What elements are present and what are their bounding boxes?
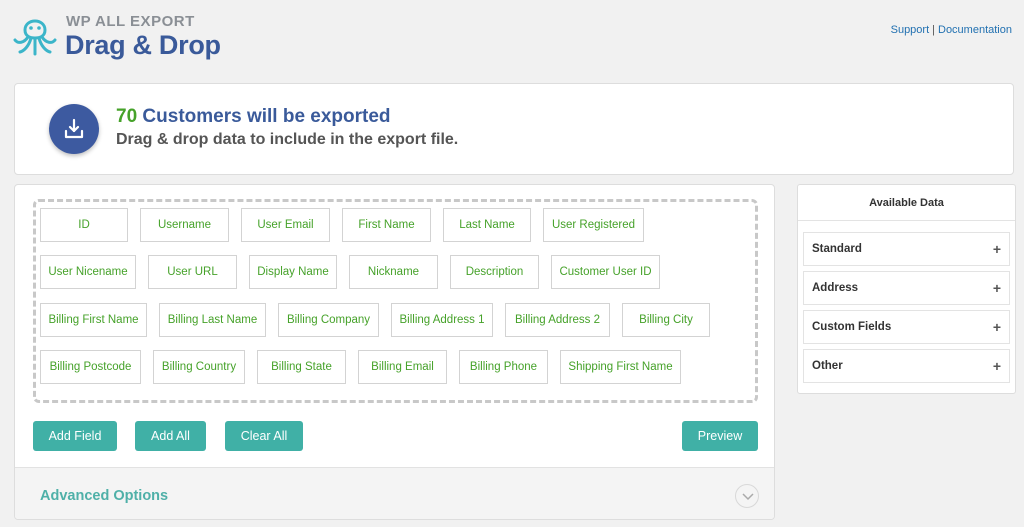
plus-icon[interactable]: + bbox=[993, 241, 1001, 257]
data-group-standard[interactable]: Standard + bbox=[803, 232, 1010, 266]
export-count: 70 bbox=[116, 106, 138, 127]
export-field-billing-city[interactable]: Billing City bbox=[622, 303, 710, 337]
top-links: Support | Documentation bbox=[891, 24, 1012, 36]
data-group-label: Other bbox=[812, 360, 843, 372]
field-dropzone[interactable]: ID Username User Email First Name Last N… bbox=[33, 199, 758, 403]
export-field-billing-address-1[interactable]: Billing Address 1 bbox=[391, 303, 493, 337]
export-field-billing-company[interactable]: Billing Company bbox=[278, 303, 379, 337]
export-field-username[interactable]: Username bbox=[140, 208, 229, 242]
export-field-user-email[interactable]: User Email bbox=[241, 208, 330, 242]
data-group-label: Standard bbox=[812, 243, 862, 255]
plus-icon[interactable]: + bbox=[993, 319, 1001, 335]
export-field-billing-first-name[interactable]: Billing First Name bbox=[40, 303, 147, 337]
export-instructions: Drag & drop data to include in the expor… bbox=[116, 131, 459, 148]
export-count-heading: 70 Customers will be exported bbox=[116, 106, 391, 128]
export-field-billing-state[interactable]: Billing State bbox=[257, 350, 346, 384]
export-field-billing-email[interactable]: Billing Email bbox=[358, 350, 447, 384]
export-field-billing-last-name[interactable]: Billing Last Name bbox=[159, 303, 266, 337]
add-field-button[interactable]: Add Field bbox=[33, 421, 117, 451]
documentation-link[interactable]: Documentation bbox=[938, 24, 1012, 36]
export-summary-banner: 70 Customers will be exported Drag & dro… bbox=[14, 83, 1014, 175]
export-field-shipping-first-name[interactable]: Shipping First Name bbox=[560, 350, 681, 384]
export-field-user-registered[interactable]: User Registered bbox=[543, 208, 644, 242]
export-count-text: Customers will be exported bbox=[137, 106, 391, 127]
advanced-options-section[interactable]: Advanced Options bbox=[15, 467, 774, 519]
data-group-other[interactable]: Other + bbox=[803, 349, 1010, 383]
clear-all-button[interactable]: Clear All bbox=[225, 421, 303, 451]
plus-icon[interactable]: + bbox=[993, 358, 1001, 374]
export-field-user-nicename[interactable]: User Nicename bbox=[40, 255, 136, 289]
link-separator: | bbox=[932, 24, 935, 36]
data-group-custom-fields[interactable]: Custom Fields + bbox=[803, 310, 1010, 344]
octopus-logo-icon bbox=[12, 10, 58, 58]
export-field-last-name[interactable]: Last Name bbox=[443, 208, 531, 242]
export-field-description[interactable]: Description bbox=[450, 255, 539, 289]
preview-button[interactable]: Preview bbox=[682, 421, 758, 451]
export-field-billing-phone[interactable]: Billing Phone bbox=[459, 350, 548, 384]
brand-name: WP ALL EXPORT bbox=[66, 13, 195, 30]
page-title: Drag & Drop bbox=[65, 30, 221, 60]
data-group-address[interactable]: Address + bbox=[803, 271, 1010, 305]
export-field-customer-user-id[interactable]: Customer User ID bbox=[551, 255, 660, 289]
advanced-options-label: Advanced Options bbox=[40, 488, 169, 504]
data-group-label: Custom Fields bbox=[812, 321, 892, 333]
export-field-billing-country[interactable]: Billing Country bbox=[153, 350, 245, 384]
export-field-id[interactable]: ID bbox=[40, 208, 128, 242]
plus-icon[interactable]: + bbox=[993, 280, 1001, 296]
app-header: WP ALL EXPORT Drag & Drop Support | Docume… bbox=[0, 0, 1024, 70]
download-tray-icon bbox=[49, 104, 99, 154]
add-all-button[interactable]: Add All bbox=[135, 421, 206, 451]
available-data-title: Available Data bbox=[798, 185, 1015, 221]
available-data-panel: Available Data Standard + Address + Cust… bbox=[797, 184, 1016, 394]
export-field-nickname[interactable]: Nickname bbox=[349, 255, 438, 289]
export-field-display-name[interactable]: Display Name bbox=[249, 255, 337, 289]
data-group-label: Address bbox=[812, 282, 859, 294]
export-fields-panel: ID Username User Email First Name Last N… bbox=[14, 184, 775, 520]
export-field-user-url[interactable]: User URL bbox=[148, 255, 237, 289]
export-field-billing-address-2[interactable]: Billing Address 2 bbox=[505, 303, 610, 337]
export-field-billing-postcode[interactable]: Billing Postcode bbox=[40, 350, 141, 384]
support-link[interactable]: Support bbox=[891, 24, 930, 36]
chevron-down-icon[interactable] bbox=[735, 484, 759, 508]
export-field-first-name[interactable]: First Name bbox=[342, 208, 431, 242]
